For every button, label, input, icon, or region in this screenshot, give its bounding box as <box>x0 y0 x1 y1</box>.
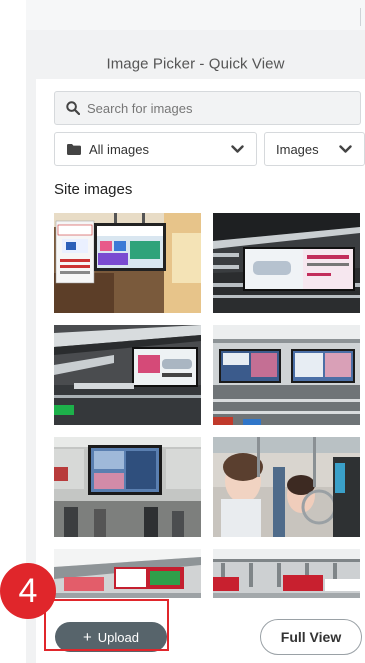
search-icon <box>66 101 80 115</box>
two-screens-image <box>213 325 360 425</box>
red-ads-image <box>54 549 201 598</box>
picker-content: All images Images Site images <box>36 79 365 663</box>
subway-ad-image <box>213 213 360 313</box>
folder-icon <box>67 144 81 155</box>
image-source-select[interactable]: All images <box>54 132 257 166</box>
image-source-label: All images <box>89 142 149 157</box>
search-input[interactable] <box>87 92 347 124</box>
image-thumbnail[interactable] <box>213 213 360 313</box>
chevron-down-icon <box>339 145 352 153</box>
top-strip <box>26 0 365 31</box>
section-title: Site images <box>54 181 133 198</box>
image-thumbnail[interactable] <box>54 213 201 313</box>
handles-red-ads-image <box>213 549 360 598</box>
panel-title: Image Picker - Quick View <box>106 55 285 73</box>
full-view-button[interactable]: Full View <box>260 619 362 655</box>
annotation-step-badge: 4 <box>0 563 56 619</box>
image-type-select[interactable]: Images <box>264 132 365 166</box>
image-thumbnail[interactable] <box>213 325 360 425</box>
passenger-screen-image <box>54 437 201 537</box>
image-type-label: Images <box>276 142 319 157</box>
station-display-image <box>54 213 201 313</box>
chevron-down-icon <box>231 145 244 153</box>
image-thumbnail[interactable] <box>54 437 201 537</box>
image-thumbnail[interactable] <box>54 549 201 598</box>
image-grid <box>54 213 363 598</box>
search-box[interactable] <box>54 91 361 125</box>
image-thumbnail[interactable] <box>213 549 360 598</box>
image-thumbnail[interactable] <box>54 325 201 425</box>
ceiling-screen-image <box>54 325 201 425</box>
annotation-highlight-box <box>44 599 169 651</box>
divider <box>360 8 361 26</box>
image-picker-panel: Image Picker - Quick View All images Ima… <box>26 30 365 663</box>
handle-ads-image <box>213 437 360 537</box>
image-thumbnail[interactable] <box>213 437 360 537</box>
